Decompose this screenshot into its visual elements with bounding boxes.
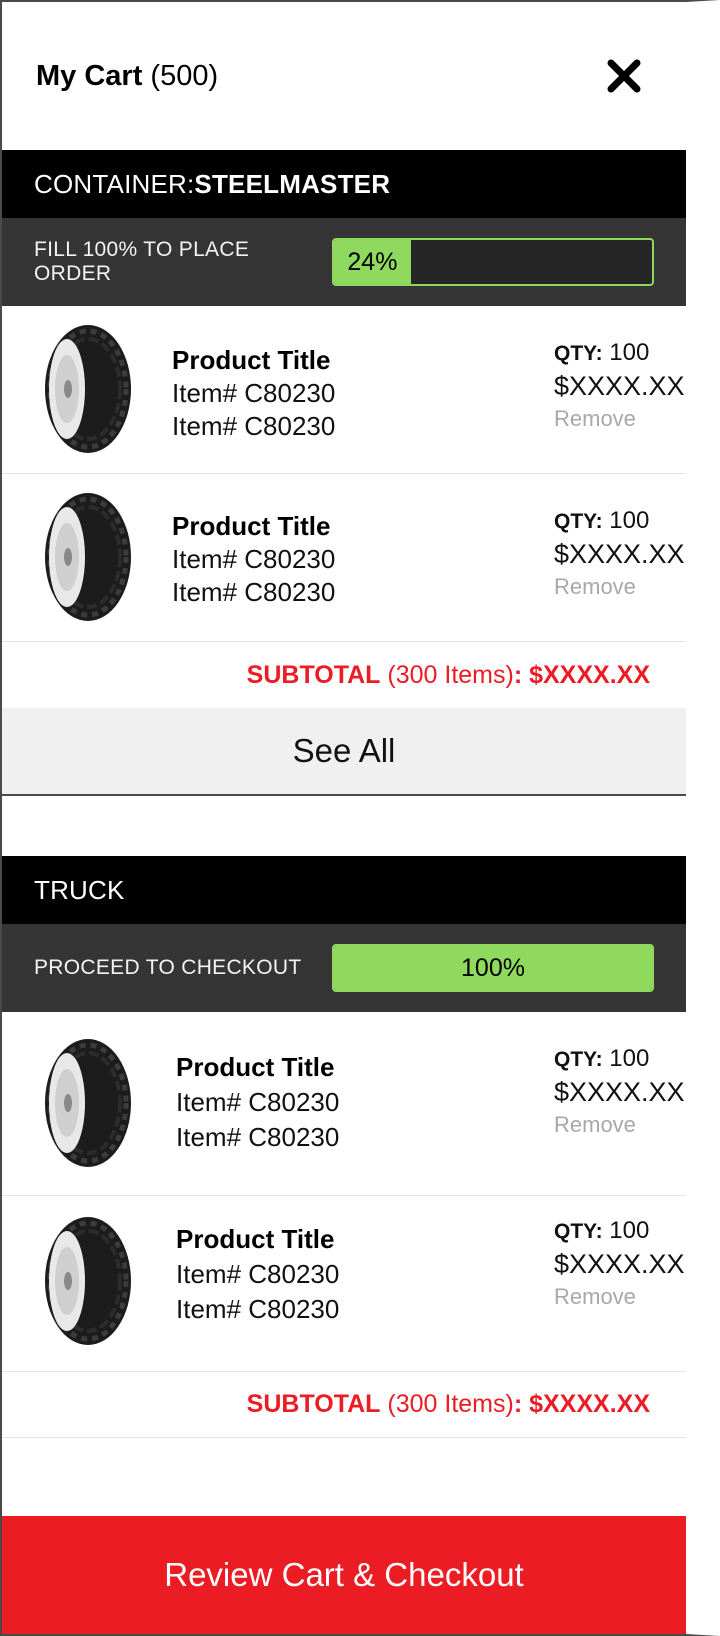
cart-count: (500) [150,59,219,92]
item-info: Product Title Item# C80230 Item# C80230 [176,1222,339,1327]
item-info: Product Title Item# C80230 Item# C80230 [176,1050,339,1155]
qty-value: 100 [609,339,650,366]
checkout-progress-bar[interactable]: 100% [332,944,654,992]
cart-title-label: My Cart [36,59,143,92]
quantity: QTY: 100 [554,506,685,537]
quantity: QTY: 100 [554,1216,685,1247]
product-title[interactable]: Product Title [172,344,335,377]
qty-value: 100 [609,507,650,534]
tire-image [45,325,131,453]
item-number: Item# C80230 [172,544,336,574]
item-price: $XXXX.XX [554,539,685,569]
cart-item: Product Title Item# C80230 Item# C80230 … [2,1196,686,1372]
subtotal-items: (300 Items) [380,660,514,689]
cart-item: Product Title Item# C80230 Item# C80230 … [2,306,686,474]
remove-link[interactable]: Remove [554,1109,685,1141]
item-pricing: QTY: 100 $XXXX.XX Remove [554,506,685,603]
item-price: $XXXX.XX [554,1077,685,1107]
remove-link[interactable]: Remove [554,571,685,603]
product-title[interactable]: Product Title [172,510,335,543]
cart-header: My Cart (500) [2,2,686,150]
fill-progress-row: FILL 100% TO PLACE ORDER 24% [2,218,686,306]
fill-progress-bar: 24% [332,238,654,286]
item-number: Item# C80230 [172,378,336,408]
item-number: Item# C80230 [176,1087,340,1117]
item-pricing: QTY: 100 $XXXX.XX Remove [554,1216,685,1313]
item-info: Product Title Item# C80230 Item# C80230 [172,344,335,443]
cart-item: Product Title Item# C80230 Item# C80230 … [2,474,686,642]
item-info: Product Title Item# C80230 Item# C80230 [172,510,335,609]
subtotal: SUBTOTAL (300 Items) : $XXXX.XX [2,1372,686,1438]
close-button[interactable] [604,56,644,96]
qty-label: QTY: [554,1220,603,1243]
progress-text: 24% [347,247,398,276]
qty-label: QTY: [554,510,603,533]
tire-image [45,1217,131,1345]
qty-label: QTY: [554,342,603,365]
item-number: Item# C80230 [176,1122,340,1152]
subtotal: SUBTOTAL (300 Items) : $XXXX.XX [2,642,686,708]
cart-item: Product Title Item# C80230 Item# C80230 … [2,1012,686,1196]
tire-image [45,493,131,621]
frame-border [686,2,688,1634]
item-pricing: QTY: 100 $XXXX.XX Remove [554,1044,685,1141]
subtotal-label: SUBTOTAL [246,660,381,689]
item-number: Item# C80230 [172,411,336,441]
progress-label: FILL 100% TO PLACE ORDER [34,238,250,285]
quantity: QTY: 100 [554,1044,685,1075]
section-header-truck: TRUCK [2,856,686,924]
remove-link[interactable]: Remove [554,1281,685,1313]
review-cart-checkout-button[interactable]: Review Cart & Checkout [2,1516,686,1634]
close-icon [607,59,641,93]
section-header-container: CONTAINER: STEELMASTER [2,150,686,218]
cart-panel: My Cart (500) CONTAINER: STEELMASTER FIL… [0,0,720,1636]
progress-label: PROCEED TO CHECKOUT [34,956,302,979]
product-title[interactable]: Product Title [176,1222,339,1257]
item-pricing: QTY: 100 $XXXX.XX Remove [554,338,685,435]
item-number: Item# C80230 [176,1294,340,1324]
quantity: QTY: 100 [554,338,685,369]
item-number: Item# C80230 [176,1259,340,1289]
qty-value: 100 [609,1217,650,1244]
item-price: $XXXX.XX [554,371,685,401]
section-label-strong: STEELMASTER [194,168,391,199]
section-label: TRUCK [34,874,125,905]
product-title[interactable]: Product Title [176,1050,339,1085]
subtotal-value: : $XXXX.XX [513,1390,650,1418]
progress-text: 100% [461,953,525,982]
qty-value: 100 [609,1045,650,1072]
item-price: $XXXX.XX [554,1249,685,1279]
subtotal-label: SUBTOTAL [246,1390,381,1418]
remove-link[interactable]: Remove [554,403,685,435]
section-label: CONTAINER: [34,168,195,199]
subtotal-items: (300 Items) [380,1390,514,1418]
see-all-button[interactable]: See All [2,708,686,796]
subtotal-value: : $XXXX.XX [513,660,650,689]
item-number: Item# C80230 [172,577,336,607]
qty-label: QTY: [554,1048,603,1071]
cart-title: My Cart (500) [36,60,218,93]
tire-image [45,1039,131,1167]
checkout-progress-row: PROCEED TO CHECKOUT 100% [2,924,686,1012]
